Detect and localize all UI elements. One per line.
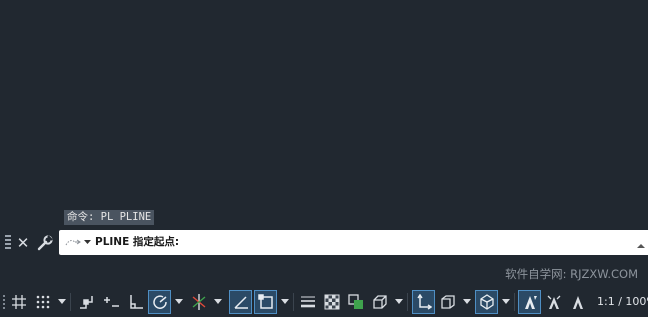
history-scroll-up-icon[interactable] xyxy=(636,236,646,248)
gizmo-dropdown-chevron-down-icon[interactable] xyxy=(501,291,511,313)
recent-commands-icon[interactable] xyxy=(63,230,93,255)
infer-constraints-icon[interactable] xyxy=(76,291,96,313)
ortho-mode-icon[interactable] xyxy=(126,291,146,313)
auto-scale-icon[interactable] xyxy=(543,291,564,313)
filter-dropdown-chevron-down-icon[interactable] xyxy=(462,291,472,313)
object-snap-tracking-icon[interactable] xyxy=(229,290,252,314)
3d-osnap-dropdown-chevron-down-icon[interactable] xyxy=(394,291,404,313)
isometric-drafting-icon[interactable] xyxy=(188,291,210,313)
customize-wrench-icon[interactable] xyxy=(36,233,54,253)
drawing-canvas[interactable] xyxy=(0,0,648,230)
3d-object-snap-icon[interactable] xyxy=(370,291,390,313)
watermark: 软件自学网: RJZXW.COM xyxy=(505,267,638,281)
object-snap-icon[interactable] xyxy=(254,290,277,314)
polar-dropdown-chevron-down-icon[interactable] xyxy=(174,291,184,313)
dynamic-ucs-icon[interactable] xyxy=(412,290,435,314)
snap-mode-icon[interactable] xyxy=(33,291,53,313)
status-bar: 1:1 / 100% xyxy=(0,289,648,317)
divider xyxy=(293,293,294,311)
annotation-scale-value[interactable]: 1:1 / 100% xyxy=(597,291,648,313)
annotation-visibility-icon[interactable] xyxy=(518,290,541,314)
object-snap-dropdown-chevron-down-icon[interactable] xyxy=(280,291,290,313)
command-input[interactable]: PLINE 指定起点: xyxy=(59,230,648,255)
divider xyxy=(70,293,71,311)
selection-cycling-icon[interactable] xyxy=(346,291,366,313)
gizmo-icon[interactable] xyxy=(475,290,498,314)
dynamic-input-icon[interactable] xyxy=(100,291,122,313)
divider xyxy=(514,293,515,311)
grid-display-icon[interactable] xyxy=(9,291,29,313)
statusbar-grip-icon xyxy=(2,291,7,313)
divider xyxy=(407,293,408,311)
isometric-dropdown-chevron-down-icon[interactable] xyxy=(213,291,223,313)
annotation-scale-icon[interactable] xyxy=(567,291,588,313)
close-icon[interactable]: ✕ xyxy=(14,233,32,253)
selection-filtering-icon[interactable] xyxy=(438,291,458,313)
command-prompt-text: PLINE 指定起点: xyxy=(95,236,180,248)
drag-handle-icon[interactable] xyxy=(5,235,11,251)
command-line-bar: ✕ PLINE 指定起点: xyxy=(0,230,648,257)
transparency-icon[interactable] xyxy=(322,291,342,313)
snap-dropdown-chevron-down-icon[interactable] xyxy=(57,291,67,313)
polar-tracking-icon[interactable] xyxy=(148,290,171,314)
command-history-line: 命令: PL PLINE xyxy=(64,210,155,225)
lineweight-icon[interactable] xyxy=(298,291,318,313)
